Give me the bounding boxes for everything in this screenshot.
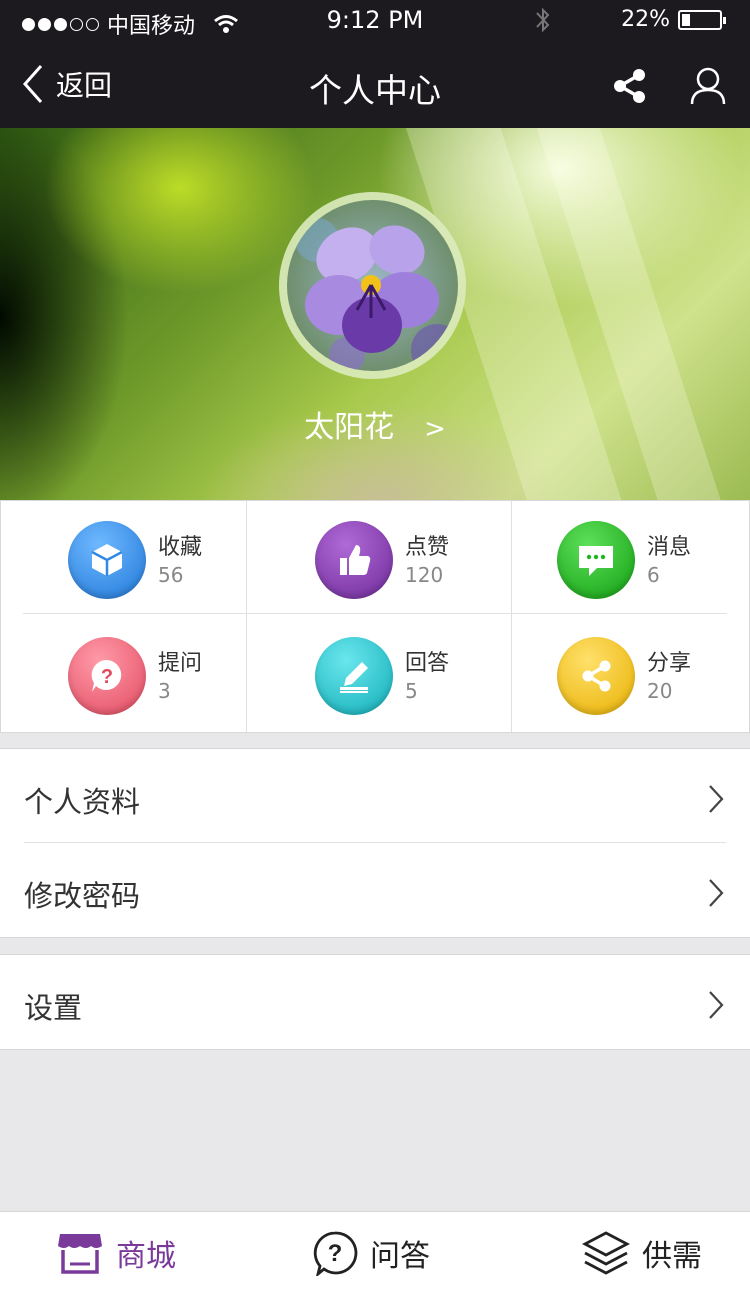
tab-label: 商城 <box>116 1239 176 1274</box>
share-icon[interactable] <box>612 68 648 104</box>
stat-count: 120 <box>405 563 444 587</box>
settings-menu: 设置 <box>0 954 750 1050</box>
menu-item-profile[interactable]: 个人资料 <box>0 749 750 843</box>
question-icon: ? <box>313 1231 358 1276</box>
status-bar: 中国移动 9:12 PM 22% <box>0 0 750 42</box>
svg-text:?: ? <box>328 1240 343 1267</box>
stat-favorites[interactable]: 收藏 56 <box>68 521 308 621</box>
store-icon <box>58 1234 102 1274</box>
battery-percent: 22% <box>621 7 670 32</box>
stat-count: 3 <box>158 679 171 703</box>
stat-count: 20 <box>647 679 673 703</box>
tab-label: 问答 <box>370 1239 430 1274</box>
bluetooth-icon <box>536 7 550 33</box>
stat-label: 回答 <box>405 651 450 676</box>
battery-indicator: 22% <box>621 7 726 32</box>
stat-count: 56 <box>158 563 184 587</box>
nav-bar: 返回 个人中心 <box>0 42 750 128</box>
chevron-right-icon <box>709 879 724 907</box>
stat-shares[interactable]: 分享 20 <box>557 637 750 737</box>
stat-label: 收藏 <box>158 535 203 560</box>
thumbs-up-icon <box>315 521 393 599</box>
stat-likes[interactable]: 点赞 120 <box>315 521 555 621</box>
stat-label: 分享 <box>647 651 692 676</box>
edit-icon <box>315 637 393 715</box>
tab-store[interactable]: 商城 <box>56 1230 176 1276</box>
cube-icon <box>68 521 146 599</box>
battery-icon <box>678 9 726 30</box>
tab-qa[interactable]: ? 问答 <box>312 1230 430 1276</box>
menu-item-label: 个人资料 <box>24 785 141 819</box>
question-icon: ? <box>68 637 146 715</box>
message-icon <box>557 521 635 599</box>
chevron-right-icon <box>709 785 724 813</box>
avatar[interactable] <box>279 192 466 379</box>
profile-header: 太阳花 > <box>0 128 750 500</box>
stat-label: 点赞 <box>405 535 450 560</box>
svg-text:?: ? <box>101 666 113 688</box>
username-chevron: > <box>424 414 446 444</box>
stat-questions[interactable]: ? 提问 3 <box>68 637 308 737</box>
stat-count: 6 <box>647 563 660 587</box>
menu-item-change-password[interactable]: 修改密码 <box>0 843 750 937</box>
stat-label: 提问 <box>158 651 203 676</box>
stat-count: 5 <box>405 679 418 703</box>
layers-icon <box>582 1231 630 1275</box>
chevron-right-icon <box>709 991 724 1019</box>
menu-item-label: 设置 <box>24 991 83 1025</box>
menu-item-label: 修改密码 <box>24 879 141 913</box>
bottom-tab-bar: 商城 ? 问答 供需 <box>0 1211 750 1300</box>
stat-answers[interactable]: 回答 5 <box>315 637 555 737</box>
username-link[interactable]: 太阳花 > <box>0 402 750 446</box>
share-icon <box>557 637 635 715</box>
flower-avatar-image <box>287 200 463 376</box>
menu-item-settings[interactable]: 设置 <box>0 955 750 1049</box>
stats-grid: 收藏 56 点赞 120 消息 6 ? 提问 3 回答 5 分享 20 <box>0 500 750 733</box>
account-menu: 个人资料 修改密码 <box>0 748 750 938</box>
tab-supply-demand[interactable]: 供需 <box>582 1230 702 1276</box>
stat-label: 消息 <box>647 535 692 560</box>
username: 太阳花 <box>304 410 395 445</box>
user-icon[interactable] <box>690 66 726 106</box>
stat-messages[interactable]: 消息 6 <box>557 521 750 621</box>
tab-label: 供需 <box>642 1239 702 1274</box>
